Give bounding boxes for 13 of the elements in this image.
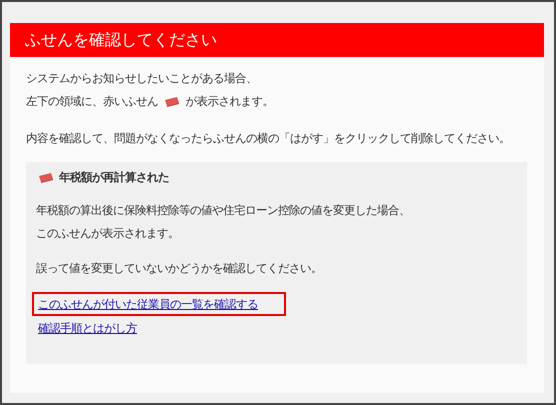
note-text: 年税額の算出後に保険料控除等の値や住宅ローン控除の値を変更した場合、 [36, 203, 410, 217]
note-text: このふせんが表示されます。 [36, 226, 179, 240]
link[interactable]: このふせんが付いた従業員の一覧を確認する [32, 292, 286, 316]
sticky-note-icon [38, 172, 54, 183]
intro-text: 左下の領域に、赤いふせん [26, 94, 158, 108]
dialog-title: ふせんを確認してください [25, 30, 217, 50]
link[interactable]: 確認手順とはがし方 [32, 316, 143, 340]
sticky-note-icon [164, 96, 180, 108]
note-text: 誤って値を変更していないかどうかを確認してください。 [36, 261, 322, 275]
intro-text: が表示されます。 [185, 94, 274, 108]
instruction-text: 内容を確認して、問題がなくなったらふせんの横の「はがす」をクリックして削除してください。 [26, 130, 511, 147]
intro-text: システムからお知らせしたいことがある場合、 [26, 71, 257, 85]
note-title: 年税額が再計算された [59, 170, 169, 185]
